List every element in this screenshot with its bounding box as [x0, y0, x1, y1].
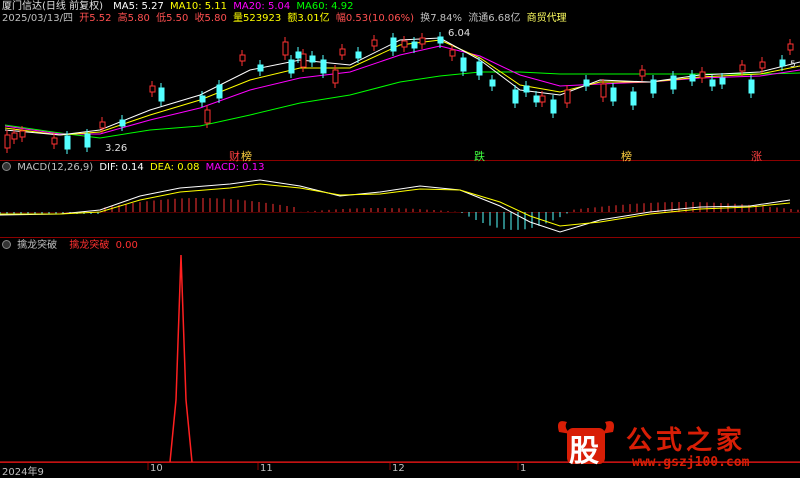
low-price-label: 3.26 [105, 143, 128, 154]
candle-body [99, 121, 106, 129]
candle-body [288, 59, 295, 74]
breakout-signal-spike [169, 254, 193, 463]
candle-body [476, 61, 483, 76]
candle-body [158, 87, 165, 102]
candle-body [759, 61, 766, 69]
event-marker[interactable]: 榜 [621, 148, 632, 164]
candle-body [650, 79, 657, 94]
candle-body [779, 59, 786, 67]
candle-body [390, 37, 397, 52]
event-marker[interactable]: 跌 [474, 148, 485, 164]
candle-body [449, 49, 456, 57]
candle-body [411, 41, 418, 49]
x-axis-label: 10 [150, 463, 163, 474]
candle-body [149, 85, 156, 93]
candle-body [371, 39, 378, 47]
watermark-url: www.gszj100.com [632, 455, 750, 470]
candle-body [739, 64, 746, 72]
candle-body [11, 132, 18, 140]
candle-body [787, 43, 794, 51]
candle-body [523, 85, 530, 93]
candle-body [539, 95, 546, 103]
candle-body [339, 48, 346, 56]
candle-body [564, 89, 571, 104]
candle-body [19, 130, 26, 138]
panel-menu-icon[interactable] [2, 240, 11, 249]
macd-dif: DIF: 0.14 [99, 162, 144, 173]
x-axis-label: 1 [520, 463, 527, 474]
panel-menu-icon[interactable] [2, 162, 11, 171]
candle-body [550, 99, 557, 114]
candle-body [630, 91, 637, 106]
candle-body [332, 69, 339, 84]
indicator-legend: 擒龙突破 擒龙突破 0.00 [2, 240, 141, 252]
candle-body [709, 79, 716, 87]
candle-body [300, 53, 307, 68]
candle-body [600, 83, 607, 98]
macd-value: MACD: 0.13 [205, 162, 265, 173]
candle-body [689, 74, 696, 82]
candle-body [119, 119, 126, 127]
candle-body [282, 41, 289, 56]
x-axis-label: 2024年9 [2, 467, 44, 478]
x-axis-label: 11 [260, 463, 273, 474]
candle-body [204, 109, 211, 124]
watermark-title: 公式之家 [626, 426, 747, 456]
candle-body [309, 55, 316, 63]
indicator-series: 擒龙突破 [69, 240, 110, 251]
x-axis-label: 12 [392, 463, 405, 474]
macd-legend: MACD(12,26,9) DIF: 0.14 DEA: 0.08 MACD: … [2, 162, 267, 174]
macd-name: MACD(12,26,9) [17, 162, 94, 173]
candle-body [699, 71, 706, 79]
candle-body [257, 64, 264, 72]
candlesticks [4, 32, 794, 154]
kline-chart [0, 32, 800, 470]
candle-body [4, 134, 11, 149]
candle-body [533, 95, 540, 103]
candle-body [84, 133, 91, 148]
candle-body [216, 84, 223, 99]
ma60-line [4, 71, 800, 139]
candle-body [512, 89, 519, 104]
candle-body [583, 79, 590, 87]
candle-body [199, 95, 206, 103]
candle-body [355, 51, 362, 59]
candle-body [748, 79, 755, 94]
logo-char: 股 [569, 434, 599, 469]
event-marker[interactable]: 涨 [751, 148, 762, 164]
candle-body [719, 77, 726, 85]
candle-body [670, 75, 677, 90]
candle-body [419, 37, 426, 45]
candle-body [51, 137, 58, 145]
candle-body [610, 87, 617, 102]
macd-dea: DEA: 0.08 [149, 162, 200, 173]
indicator-name: 擒龙突破 [17, 240, 58, 251]
candle-body [460, 57, 467, 72]
candle-body [639, 69, 646, 77]
candle-body [295, 51, 302, 59]
candle-body [401, 40, 408, 48]
right-price-label: 5. [790, 60, 799, 70]
indicator-value: 0.00 [115, 240, 138, 251]
candle-body [437, 36, 444, 44]
candle-body [489, 79, 496, 87]
candle-body [239, 54, 246, 62]
candle-body [320, 59, 327, 74]
candle-body [64, 135, 71, 150]
high-price-label: 6.04 [448, 28, 471, 39]
